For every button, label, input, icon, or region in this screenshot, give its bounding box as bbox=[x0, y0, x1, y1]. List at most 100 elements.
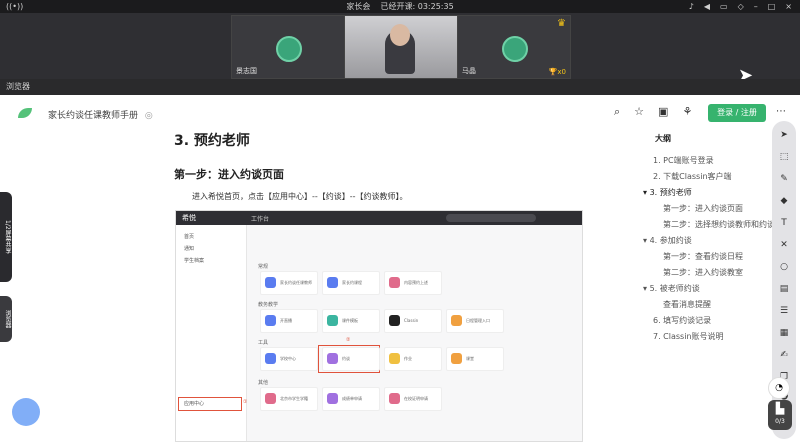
video-tile-camera[interactable] bbox=[344, 15, 458, 79]
chat-icon[interactable]: ◇ bbox=[738, 0, 744, 13]
restore-icon[interactable]: □ bbox=[768, 0, 776, 13]
embedded-card: Classin bbox=[384, 309, 442, 333]
card-icon bbox=[389, 315, 400, 326]
outline-item[interactable]: ▾ 5. 被老师约谈 bbox=[643, 283, 700, 294]
share-network-icon[interactable]: ⚘ bbox=[682, 105, 692, 119]
card-icon bbox=[327, 315, 338, 326]
chat-bubble-icon[interactable]: ◔ bbox=[768, 377, 790, 399]
embedded-card: 内容预约上述 bbox=[384, 271, 442, 295]
video-row: 景志国 ♛ 马晶 🏆x0 ➤ bbox=[0, 13, 800, 86]
eraser-icon[interactable]: ◆ bbox=[778, 195, 790, 207]
participant-name: 马晶 bbox=[462, 67, 476, 75]
bar-chart-icon: ▙ bbox=[775, 402, 785, 415]
card-icon bbox=[451, 353, 462, 364]
marker-1: ① bbox=[243, 399, 248, 405]
more-icon[interactable]: ⋯ bbox=[776, 106, 786, 117]
floating-bubble-icon[interactable] bbox=[12, 398, 40, 426]
card-icon bbox=[389, 393, 400, 404]
video-tile[interactable]: 景志国 bbox=[231, 15, 345, 79]
minimize-icon[interactable]: – bbox=[754, 0, 758, 13]
window-controls: ♪ ◀ ▭ ◇ – □ × bbox=[689, 0, 792, 13]
close-icon[interactable]: × bbox=[785, 0, 792, 13]
outline-title: 大纲 bbox=[655, 134, 671, 143]
embedded-header: 希悦 工作台 bbox=[176, 211, 582, 225]
embedded-side-item: 应用中心 bbox=[184, 401, 205, 407]
embedded-brand: 希悦 bbox=[182, 214, 196, 222]
outline-item[interactable]: ▾ 4. 参加约谈 bbox=[643, 235, 692, 246]
outline-subitem[interactable]: 第二步：进入约谈教室 bbox=[663, 267, 743, 278]
select-icon[interactable]: ⬚ bbox=[778, 151, 790, 163]
outline-subitem[interactable]: 第一步：进入约谈页面 bbox=[663, 203, 743, 214]
embedded-card: 作业 bbox=[384, 347, 442, 371]
meeting-status: 家长会 已经开课: 03:25:35 bbox=[0, 0, 800, 13]
embedded-side-item: 通知 bbox=[184, 246, 195, 252]
search-icon[interactable]: ⌕ bbox=[614, 105, 620, 119]
card-label: 日程管理入口 bbox=[466, 318, 490, 323]
embedded-card: 课堂 bbox=[446, 347, 504, 371]
edit-icon[interactable]: ✍ bbox=[778, 349, 790, 361]
embedded-sidebar: 首页 通知 学生档案 应用中心 ① bbox=[176, 225, 247, 441]
outline-subitem[interactable]: 查看消息提醒 bbox=[663, 299, 711, 310]
outline-item[interactable]: 1. PC端账号登录 bbox=[653, 155, 714, 166]
embedded-card: 在校证明申请 bbox=[384, 387, 442, 411]
embedded-card: 学校中心 bbox=[260, 347, 318, 371]
outline-subitem[interactable]: 第二步：选择想约谈教师和约谈... bbox=[663, 219, 783, 230]
embedded-card: 日程管理入口 bbox=[446, 309, 504, 333]
text-icon[interactable]: T bbox=[778, 217, 790, 229]
presentation-icon[interactable]: ▣ bbox=[658, 105, 668, 119]
pen-icon[interactable]: ✎ bbox=[778, 173, 790, 185]
share-icon[interactable]: ◎ bbox=[145, 111, 153, 121]
card-label: 课堂 bbox=[466, 356, 474, 361]
outline-item-active[interactable]: ▾ 3. 预约老师 bbox=[643, 187, 692, 198]
star-icon[interactable]: ☆ bbox=[634, 105, 644, 119]
video-tile[interactable]: ♛ 马晶 🏆x0 bbox=[457, 15, 571, 79]
camera-icon[interactable]: ▭ bbox=[720, 0, 728, 13]
embedded-card: 家长约谈任课教师 bbox=[260, 271, 318, 295]
outline-subitem[interactable]: 第一步：查看约谈日程 bbox=[663, 251, 743, 262]
embedded-card: 开直播 bbox=[260, 309, 318, 333]
participant-name: 景志国 bbox=[236, 67, 257, 75]
embedded-card: 家长约课程 bbox=[322, 271, 380, 295]
participant-face bbox=[390, 24, 410, 46]
image-icon[interactable]: ▤ bbox=[778, 283, 790, 295]
shape-icon[interactable]: ○ bbox=[778, 261, 790, 273]
page-count: 0/3 bbox=[775, 418, 785, 425]
embedded-section: 工具 bbox=[258, 340, 269, 346]
outline-item[interactable]: 7. Classin账号说明 bbox=[653, 331, 724, 342]
pointer-icon[interactable]: ➤ bbox=[778, 129, 790, 141]
embedded-section: 常规 bbox=[258, 264, 269, 270]
card-label: 成绩单申请 bbox=[342, 396, 362, 401]
crown-icon: ♛ bbox=[557, 18, 566, 29]
mic-icon[interactable]: ♪ bbox=[689, 0, 694, 13]
doc-icon[interactable]: ▦ bbox=[778, 327, 790, 339]
screen-share-tab[interactable]: 1/2屏幕共享 bbox=[0, 192, 12, 282]
outline-item-label: 4. 参加约谈 bbox=[649, 236, 692, 245]
outline-item[interactable]: 2. 下载Classin客户端 bbox=[653, 171, 732, 182]
browser-title: 浏览器 bbox=[6, 82, 30, 91]
browser-tab[interactable]: 浏览器 bbox=[0, 296, 12, 342]
instruction-text: 进入希悦首页，点击【应用中心】--【约谈】--【约谈教师】。 bbox=[192, 192, 408, 201]
tool-icon[interactable]: ✕ bbox=[778, 239, 790, 251]
outline-item[interactable]: 6. 填写约谈记录 bbox=[653, 315, 711, 326]
card-icon bbox=[265, 277, 276, 288]
avatar bbox=[276, 36, 302, 62]
card-icon bbox=[327, 393, 338, 404]
card-icon bbox=[265, 353, 276, 364]
toolbar: ⌕ ☆ ▣ ⚘ bbox=[614, 105, 692, 119]
list-icon[interactable]: ☰ bbox=[778, 305, 790, 317]
outline-item-label: 5. 被老师约谈 bbox=[649, 284, 700, 293]
page-indicator[interactable]: ▙ 0/3 bbox=[768, 400, 792, 430]
volume-icon[interactable]: ◀ bbox=[704, 0, 710, 13]
login-button[interactable]: 登录 / 注册 bbox=[708, 104, 766, 122]
app-logo bbox=[18, 108, 32, 118]
embedded-card: 约谈 bbox=[322, 347, 380, 371]
card-icon bbox=[265, 315, 276, 326]
step-heading: 第一步：进入约谈页面 bbox=[174, 168, 284, 181]
card-label: 课件模板 bbox=[342, 318, 358, 323]
card-label: 北京市学生学籍 bbox=[280, 396, 308, 401]
browser-page: 家长约谈任课教师手册 ◎ ⌕ ☆ ▣ ⚘ 登录 / 注册 ⋯ 3. 预约老师 第… bbox=[0, 95, 800, 444]
browser-titlebar: 浏览器 bbox=[0, 79, 800, 95]
card-label: 家长约课程 bbox=[342, 280, 362, 285]
card-icon bbox=[327, 277, 338, 288]
card-label: 家长约谈任课教师 bbox=[280, 280, 312, 285]
